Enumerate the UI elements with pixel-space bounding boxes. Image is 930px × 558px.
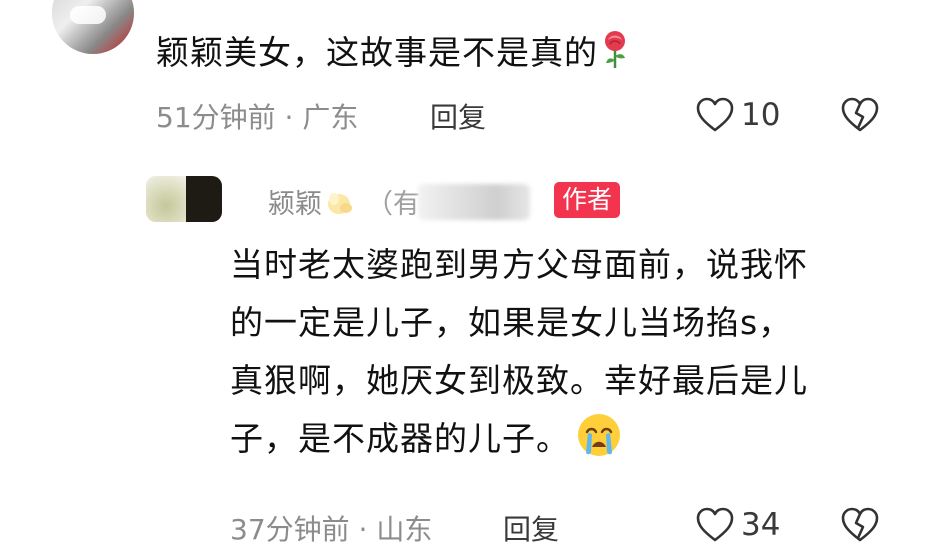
reply-button[interactable]: 回复 <box>503 508 559 548</box>
heart-icon <box>696 97 734 132</box>
reply-text-line: 真狠啊，她厌女到极致。幸好最后是儿 <box>230 361 808 400</box>
like-button[interactable]: 10 <box>695 96 780 134</box>
avatar[interactable] <box>52 0 134 54</box>
rose-icon <box>605 31 625 68</box>
avatar[interactable] <box>146 176 222 222</box>
comment-text: 颖颖美女，这故事是不是真的 <box>156 30 630 75</box>
broken-heart-icon[interactable] <box>840 96 880 134</box>
reply-text-line: 当时老太婆跑到男方父母面前，说我怀 <box>230 245 808 284</box>
comment-meta: 51分钟前 · 广东 <box>156 101 359 134</box>
reply-text-line: 的一定是儿子，如果是女儿当场掐s， <box>230 303 793 342</box>
blurred-name-redaction <box>418 184 530 220</box>
author-name-text: 颍颖 <box>268 189 322 220</box>
author-name-suffix: （有 <box>366 189 420 220</box>
like-button[interactable]: 34 <box>695 506 780 544</box>
like-count: 34 <box>741 507 781 543</box>
broken-heart-icon[interactable] <box>840 506 880 544</box>
reply-text: 当时老太婆跑到男方父母面前，说我怀 的一定是儿子，如果是女儿当场掐s， 真狠啊，… <box>230 236 910 468</box>
hand-emoji-icon <box>328 193 352 214</box>
reply-button[interactable]: 回复 <box>430 96 486 136</box>
author-name[interactable]: 颍颖 （有 <box>268 182 420 221</box>
author-badge: 作者 <box>554 182 621 218</box>
crying-face-icon <box>578 414 620 456</box>
comment-meta: 37分钟前 · 山东 <box>230 513 433 546</box>
heart-icon <box>696 507 734 542</box>
like-count: 10 <box>741 97 781 133</box>
reply-text-line-last: 子，是不成器的儿子。 <box>230 410 910 468</box>
comment-text-content: 颖颖美女，这故事是不是真的 <box>156 33 598 72</box>
reply-text-line: 子，是不成器的儿子。 <box>230 419 570 458</box>
